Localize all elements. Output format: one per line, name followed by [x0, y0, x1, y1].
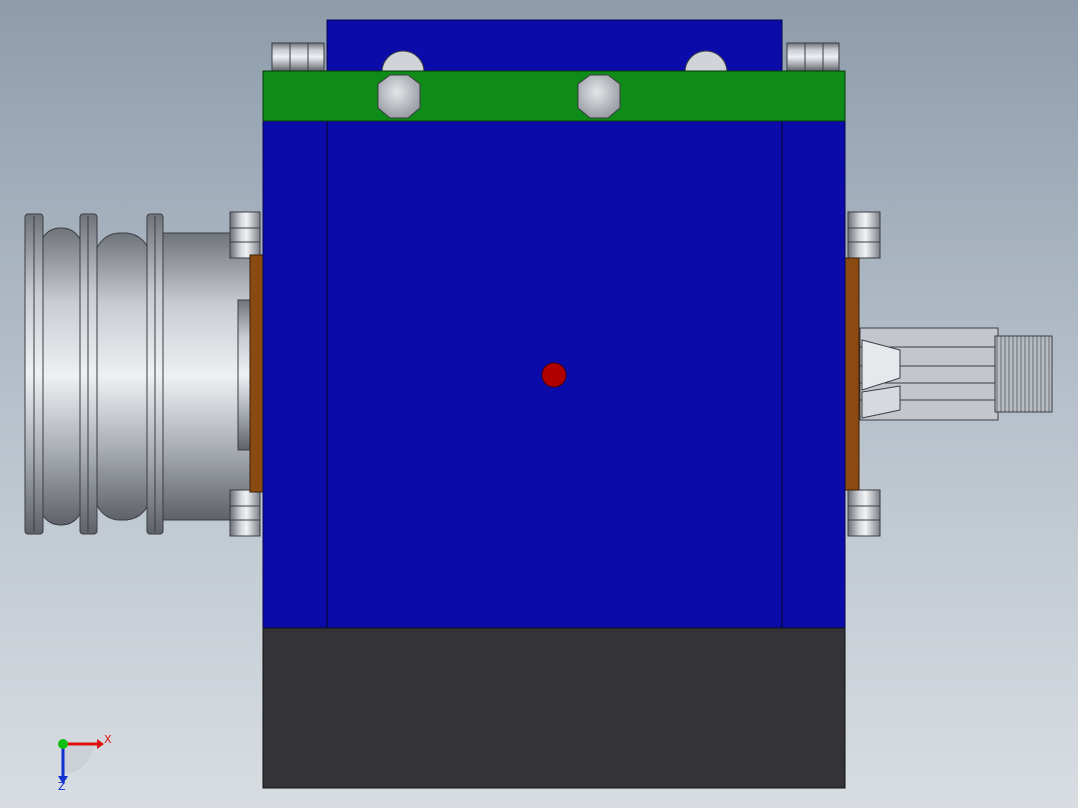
- left-gasket: [249, 254, 265, 493]
- top-mounting-plate[interactable]: [262, 70, 846, 122]
- triad-plane-icon: [63, 744, 93, 774]
- view-orientation-triad[interactable]: X Z: [58, 733, 112, 793]
- x-axis-label: X: [104, 733, 112, 746]
- z-axis-label: Z: [58, 780, 66, 793]
- cad-viewport[interactable]: X Z: [0, 0, 1078, 808]
- model-render[interactable]: X Z: [0, 0, 1078, 808]
- y-axis-dot-icon: [58, 739, 68, 749]
- left-coupling[interactable]: [24, 213, 259, 535]
- base-block[interactable]: [262, 627, 846, 789]
- right-splined-shaft[interactable]: [859, 327, 1053, 421]
- center-point-marker[interactable]: [541, 362, 567, 388]
